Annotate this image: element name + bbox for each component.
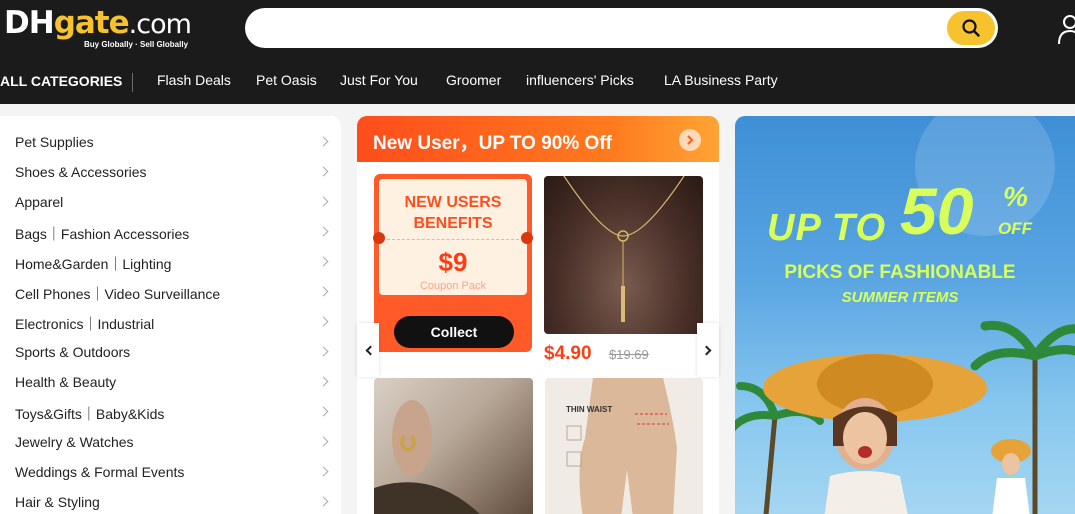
search-input[interactable] [263, 14, 943, 42]
site-header: DHgate.com Buy Globally · Sell Globally … [0, 0, 1075, 104]
coupon-subtitle: Coupon Pack [419, 280, 487, 292]
logo-tagline: Buy Globally · Sell Globally [84, 40, 189, 49]
category-label: Health & Beauty [15, 374, 117, 390]
collect-button[interactable]: Collect [394, 316, 514, 348]
nav-item-la-business-party[interactable]: LA Business Party [664, 72, 778, 88]
user-icon[interactable] [1056, 10, 1075, 46]
shapewear-label: THIN WAIST [566, 405, 613, 414]
category-label: Cell Phones｜Video Surveillance [15, 286, 221, 302]
chevron-right-icon [318, 256, 329, 267]
nav-all-categories[interactable]: ALL CATEGORIES [0, 73, 122, 89]
coupon-notch-right [521, 232, 533, 244]
main-nav: ALL CATEGORIES Flash Deals Pet Oasis Jus… [0, 66, 1075, 96]
category-sidebar: Pet Supplies Shoes & Accessories Apparel… [0, 116, 341, 514]
search-bar [245, 8, 998, 48]
banner-up-to: UP TO [767, 207, 887, 249]
banner-line1: PICKS OF FASHIONABLE [784, 262, 1016, 283]
nav-item-flash-deals[interactable]: Flash Deals [157, 72, 231, 88]
promo-header[interactable]: New User，UP TO 90% Off [357, 116, 719, 162]
category-label: Toys&Gifts｜Baby&Kids [15, 406, 165, 422]
category-label: Sports & Outdoors [15, 344, 131, 360]
earring-product-image[interactable] [374, 378, 533, 514]
search-button[interactable] [947, 11, 995, 45]
category-label: Bags｜Fashion Accessories [15, 226, 190, 242]
category-item[interactable]: Hair & Styling [15, 488, 333, 514]
promo-title: New User，UP TO 90% Off [373, 133, 612, 154]
chevron-right-icon [687, 135, 694, 145]
coupon-card[interactable]: NEW USERS BENEFITS $9 Coupon Pack Collec… [373, 174, 533, 352]
chevron-right-icon [701, 345, 711, 355]
category-item[interactable]: Cell Phones｜Video Surveillance [15, 278, 333, 308]
dhgate-logo[interactable]: DHgate.com Buy Globally · Sell Globally [4, 4, 194, 50]
shapewear-image [566, 378, 677, 514]
chevron-right-icon [318, 406, 329, 417]
coupon-notch-left [373, 232, 385, 244]
category-label: Hair & Styling [15, 494, 100, 510]
chevron-right-icon [318, 466, 329, 477]
category-item[interactable]: Weddings & Formal Events [15, 458, 333, 488]
category-label: Jewelry & Watches [15, 434, 134, 450]
product-price: $4.90 [544, 343, 592, 364]
category-item[interactable]: Health & Beauty [15, 368, 333, 398]
earring-image [374, 400, 480, 514]
banner-percent-sign: % [1003, 181, 1028, 212]
category-label: Electronics｜Industrial [15, 316, 155, 332]
coupon-inner: NEW USERS BENEFITS $9 Coupon Pack [373, 179, 533, 295]
logo-dh: DH [4, 5, 55, 41]
coupon-divider [387, 239, 519, 240]
chevron-right-icon [318, 496, 329, 507]
carousel-prev-button[interactable] [357, 323, 379, 377]
promo-arrow-button[interactable] [679, 129, 701, 151]
chevron-right-icon [318, 166, 329, 177]
chevron-right-icon [318, 136, 329, 147]
category-item[interactable]: Electronics｜Industrial [15, 308, 333, 338]
category-item[interactable]: Shoes & Accessories [15, 158, 333, 188]
coupon-amount: $9 [438, 247, 468, 277]
category-label: Shoes & Accessories [15, 164, 147, 180]
logo-wordmark: DHgate.com [4, 4, 192, 44]
banner-line2: SUMMER ITEMS [841, 289, 959, 306]
nav-item-influencers-picks[interactable]: influencers' Picks [526, 72, 634, 88]
category-label: Apparel [15, 194, 64, 210]
necklace-product-image[interactable] [544, 176, 703, 334]
banner-off: OFF [998, 219, 1032, 238]
nav-item-groomer[interactable]: Groomer [446, 72, 501, 88]
banner-percent: 50 [900, 174, 974, 248]
category-item[interactable]: Toys&Gifts｜Baby&Kids [15, 398, 333, 428]
nav-item-pet-oasis[interactable]: Pet Oasis [256, 72, 317, 88]
category-item[interactable]: Bags｜Fashion Accessories [15, 218, 333, 248]
necklace-image [563, 176, 685, 322]
chevron-right-icon [318, 196, 329, 207]
category-item[interactable]: Apparel [15, 188, 333, 218]
chevron-right-icon [318, 286, 329, 297]
category-item[interactable]: Pet Supplies [15, 128, 333, 158]
category-item[interactable]: Jewelry & Watches [15, 428, 333, 458]
summer-sale-banner[interactable]: UP TO 50 % OFF PICKS OF FASHIONABLE SUMM… [735, 116, 1075, 514]
coupon-heading: NEW USERS BENEFITS [404, 194, 502, 232]
chevron-right-icon [318, 316, 329, 327]
category-label: Weddings & Formal Events [15, 464, 185, 480]
search-icon [962, 19, 980, 37]
nav-item-just-for-you[interactable]: Just For You [340, 72, 418, 88]
product-original-price: $19.69 [609, 347, 649, 362]
logo-com: .com [128, 9, 192, 40]
shapewear-product-image[interactable]: THIN WAIST [545, 378, 703, 514]
chevron-right-icon [318, 346, 329, 357]
category-item[interactable]: Sports & Outdoors [15, 338, 333, 368]
category-item[interactable]: Home&Garden｜Lighting [15, 248, 333, 278]
chevron-left-icon [365, 345, 375, 355]
carousel-next-button[interactable] [697, 323, 719, 377]
category-label: Pet Supplies [15, 134, 94, 150]
chevron-right-icon [318, 226, 329, 237]
chevron-right-icon [318, 376, 329, 387]
category-label: Home&Garden｜Lighting [15, 256, 172, 272]
logo-gate: gate [53, 5, 130, 41]
nav-divider [132, 73, 133, 92]
chevron-right-icon [318, 436, 329, 447]
